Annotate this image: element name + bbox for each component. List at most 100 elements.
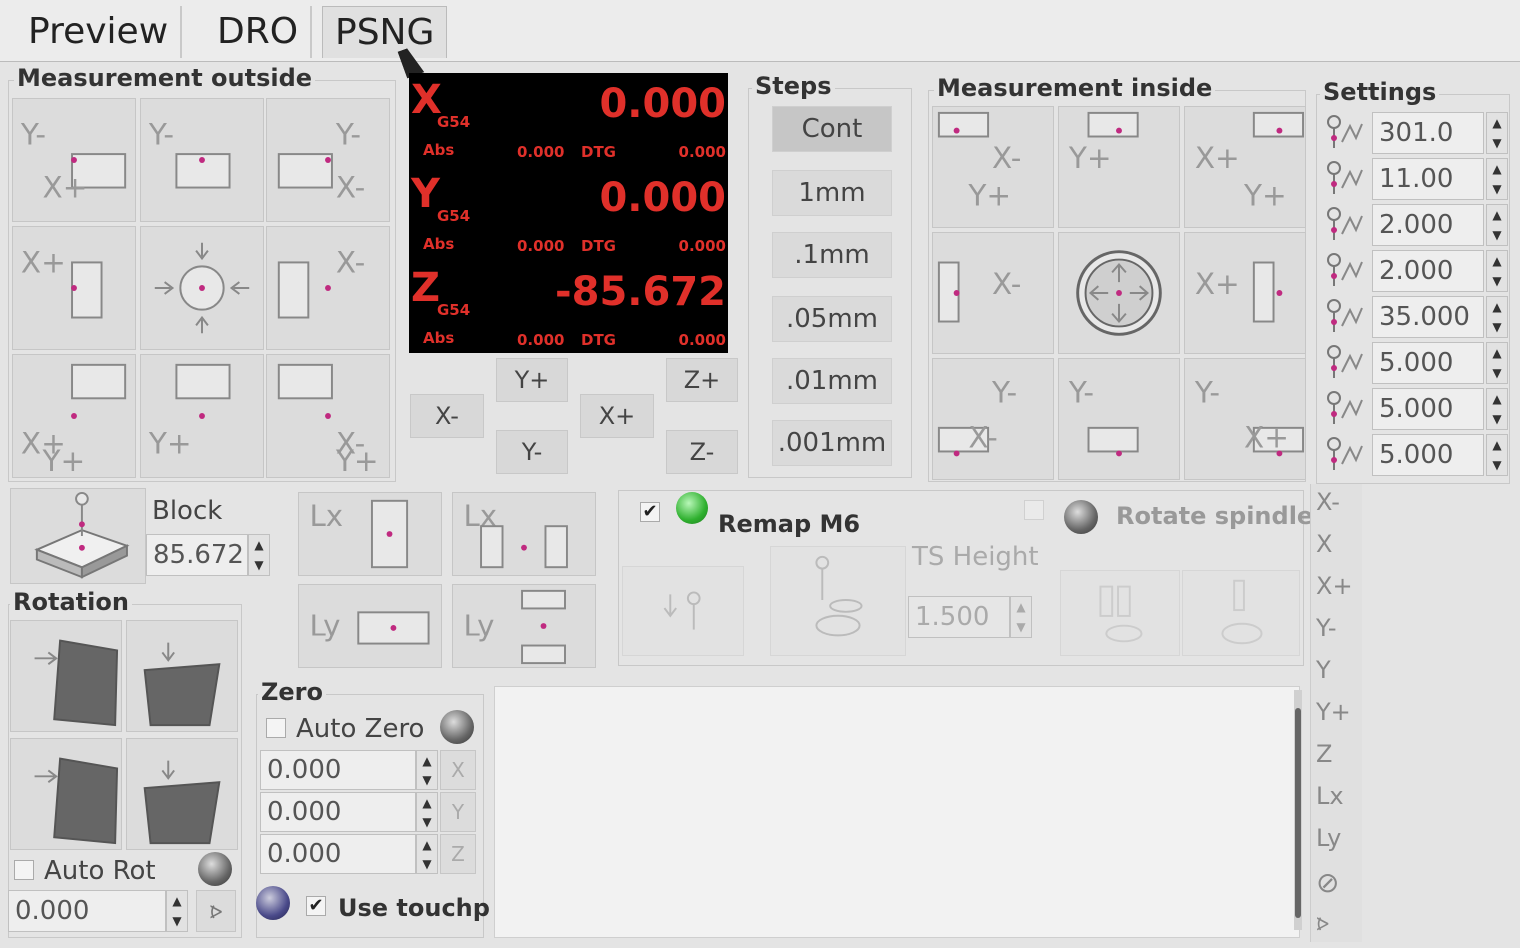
step-cont-button[interactable]: Cont bbox=[772, 106, 892, 152]
tab-dro[interactable]: DRO bbox=[205, 6, 313, 58]
step-1mm-button[interactable]: 1mm bbox=[772, 170, 892, 216]
sidebar-probe-8-button[interactable]: Ly bbox=[1316, 824, 1360, 864]
rotation-x-bottom-button[interactable] bbox=[10, 738, 122, 850]
step-0-001mm-button[interactable]: .001mm bbox=[772, 420, 892, 466]
use-touchp-checkbox[interactable]: ✔ bbox=[306, 896, 326, 916]
setting-7-input[interactable]: 5.000 bbox=[1372, 434, 1484, 476]
probe-search-icon bbox=[1322, 204, 1370, 246]
step-0-01mm-button[interactable]: .01mm bbox=[772, 358, 892, 404]
sidebar-probe-1-button[interactable]: X bbox=[1316, 530, 1360, 570]
setting-1-input[interactable]: 11.00 bbox=[1372, 158, 1484, 200]
sidebar-probe-10-button[interactable]: ⦠ bbox=[1316, 908, 1360, 948]
zero-y-stepper[interactable]: ▲ ▼ bbox=[416, 792, 438, 832]
ts-height-stepper[interactable]: ▲ ▼ bbox=[1010, 596, 1032, 638]
length-x-inside-button[interactable]: Lx bbox=[452, 492, 596, 576]
zero-x-input[interactable]: 0.000 bbox=[260, 750, 416, 790]
tool-probe-button[interactable] bbox=[622, 566, 744, 656]
length-x-outside-button[interactable]: Lx bbox=[298, 492, 442, 576]
block-height-stepper[interactable]: ▲ ▼ bbox=[248, 534, 270, 576]
sidebar-probe-5-button[interactable]: Y+ bbox=[1316, 698, 1360, 738]
auto-zero-checkbox[interactable] bbox=[266, 718, 286, 738]
outside-x-plus-button[interactable]: X+ bbox=[12, 226, 136, 350]
setting-0-stepper[interactable]: ▲ ▼ bbox=[1486, 112, 1508, 154]
jog-z-plus-button[interactable]: Z+ bbox=[666, 358, 738, 402]
setting-3-input[interactable]: 2.000 bbox=[1372, 250, 1484, 292]
log-scrollbar[interactable] bbox=[1294, 690, 1302, 930]
ts-height-input[interactable]: 1.500 bbox=[908, 596, 1010, 638]
inside-y-minus-button[interactable]: Y- bbox=[1058, 358, 1180, 480]
outside-y-plus-button[interactable]: Y+ bbox=[140, 354, 264, 478]
tab-preview[interactable]: Preview bbox=[16, 6, 183, 58]
setting-5-stepper[interactable]: ▲ ▼ bbox=[1486, 342, 1508, 384]
setting-4-stepper[interactable]: ▲ ▼ bbox=[1486, 296, 1508, 338]
rotate-spindle-checkbox[interactable] bbox=[1024, 500, 1044, 520]
sidebar-probe-4-button[interactable]: Y bbox=[1316, 656, 1360, 696]
jog-x-minus-button[interactable]: X- bbox=[410, 394, 484, 438]
step-0-05mm-button[interactable]: .05mm bbox=[772, 296, 892, 342]
block-height-input[interactable]: 85.672 bbox=[146, 534, 248, 576]
zero-z-button[interactable]: Z bbox=[440, 834, 476, 874]
zero-y-input[interactable]: 0.000 bbox=[260, 792, 416, 832]
rotation-x-top-button[interactable] bbox=[126, 620, 238, 732]
spindle-probe-button[interactable] bbox=[1060, 570, 1180, 656]
outside-x-plus-y-plus-button[interactable]: X+ Y+ bbox=[12, 354, 136, 478]
inside-x-minus-y-plus-button[interactable]: X- Y+ bbox=[932, 106, 1054, 228]
inside-x-plus-button[interactable]: X+ bbox=[1184, 232, 1306, 354]
sidebar-probe-9-button[interactable]: ⊘ bbox=[1316, 866, 1360, 906]
outside-y-minus-button[interactable]: Y- bbox=[140, 98, 264, 222]
block-height-button[interactable] bbox=[10, 488, 146, 584]
sidebar-probe-2-button[interactable]: X+ bbox=[1316, 572, 1360, 612]
tab-psng[interactable]: PSNG bbox=[322, 6, 448, 58]
outside-x-plus-y-minus-button[interactable]: Y- X+ bbox=[12, 98, 136, 222]
jog-y-minus-button[interactable]: Y- bbox=[496, 430, 568, 474]
outside-x-minus-y-plus-button[interactable]: X- Y+ bbox=[266, 354, 390, 478]
inside-y-plus-button[interactable]: Y+ bbox=[1058, 106, 1180, 228]
inside-x-plus-y-minus-button[interactable]: Y- X+ bbox=[1184, 358, 1306, 480]
rotation-y-right-button[interactable] bbox=[126, 738, 238, 850]
sidebar-probe-6-button[interactable]: Z bbox=[1316, 740, 1360, 780]
jog-y-plus-button[interactable]: Y+ bbox=[496, 358, 568, 402]
settings-title: Settings bbox=[1320, 78, 1440, 106]
inside-x-minus-y-minus-button[interactable]: Y- X- bbox=[932, 358, 1054, 480]
log-scrollbar-thumb[interactable] bbox=[1295, 708, 1301, 918]
step-0-1mm-button[interactable]: .1mm bbox=[772, 232, 892, 278]
jog-x-plus-button[interactable]: X+ bbox=[580, 394, 654, 438]
setting-5-input[interactable]: 5.000 bbox=[1372, 342, 1484, 384]
setting-7-stepper[interactable]: ▲ ▼ bbox=[1486, 434, 1508, 476]
setting-6-stepper[interactable]: ▲ ▼ bbox=[1486, 388, 1508, 430]
sidebar-probe-7-button[interactable]: Lx bbox=[1316, 782, 1360, 822]
set-rotation-button[interactable]: ⦠ bbox=[196, 890, 236, 932]
jog-z-minus-button[interactable]: Z- bbox=[666, 430, 738, 474]
rotation-angle-stepper[interactable]: ▲ ▼ bbox=[166, 890, 188, 932]
tool-setter-button[interactable] bbox=[770, 546, 906, 656]
remap-m6-checkbox[interactable]: ✔ bbox=[640, 502, 660, 522]
outside-x-minus-y-minus-button[interactable]: Y- X- bbox=[266, 98, 390, 222]
setting-6-input[interactable]: 5.000 bbox=[1372, 388, 1484, 430]
zero-x-stepper[interactable]: ▲ ▼ bbox=[416, 750, 438, 790]
length-y-inside-button[interactable]: Ly bbox=[452, 584, 596, 668]
inside-x-minus-button[interactable]: X- bbox=[932, 232, 1054, 354]
auto-rot-checkbox[interactable] bbox=[14, 860, 34, 880]
use-touchp-label: Use touchp bbox=[338, 894, 490, 922]
setting-4-input[interactable]: 35.000 bbox=[1372, 296, 1484, 338]
sidebar-probe-0-button[interactable]: X- bbox=[1316, 488, 1360, 528]
zero-y-button[interactable]: Y bbox=[440, 792, 476, 832]
rotation-y-left-button[interactable] bbox=[10, 620, 122, 732]
inside-center-button[interactable] bbox=[1058, 232, 1180, 354]
outside-x-minus-button[interactable]: X- bbox=[266, 226, 390, 350]
inside-x-plus-y-plus-button[interactable]: X+ Y+ bbox=[1184, 106, 1306, 228]
outside-center-button[interactable] bbox=[140, 226, 264, 350]
sidebar-probe-3-button[interactable]: Y- bbox=[1316, 614, 1360, 654]
setting-2-input[interactable]: 2.000 bbox=[1372, 204, 1484, 246]
length-y-outside-button[interactable]: Ly bbox=[298, 584, 442, 668]
zero-z-stepper[interactable]: ▲ ▼ bbox=[416, 834, 438, 874]
zero-x-button[interactable]: X bbox=[440, 750, 476, 790]
rotation-angle-input[interactable]: 0.000 bbox=[8, 890, 166, 932]
setting-3-stepper[interactable]: ▲ ▼ bbox=[1486, 250, 1508, 292]
zero-z-input[interactable]: 0.000 bbox=[260, 834, 416, 874]
setting-1-stepper[interactable]: ▲ ▼ bbox=[1486, 158, 1508, 200]
log-text-area[interactable] bbox=[494, 686, 1300, 938]
setting-2-stepper[interactable]: ▲ ▼ bbox=[1486, 204, 1508, 246]
spindle-setter-button[interactable] bbox=[1182, 570, 1300, 656]
setting-0-input[interactable]: 301.0 bbox=[1372, 112, 1484, 154]
